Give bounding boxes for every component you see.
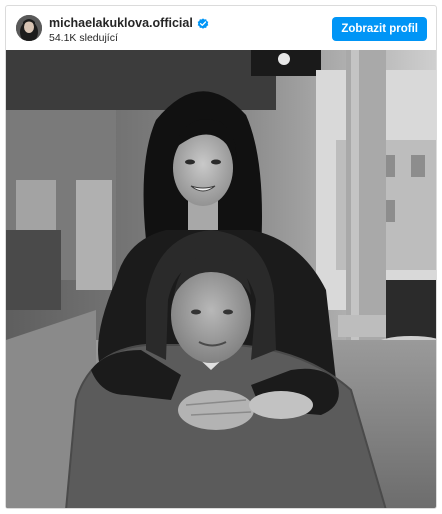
verified-badge-icon xyxy=(197,17,209,29)
user-info: michaelakuklova.official 54.1K sledující xyxy=(49,15,209,44)
username-link[interactable]: michaelakuklova.official xyxy=(49,16,193,30)
followers-count: 54.1K sledující xyxy=(49,32,118,44)
profile-avatar[interactable] xyxy=(16,15,42,41)
post-photo-image xyxy=(6,50,436,508)
avatar-image xyxy=(16,15,42,41)
post-header: michaelakuklova.official 54.1K sledující… xyxy=(6,6,436,50)
instagram-embed-card: michaelakuklova.official 54.1K sledující… xyxy=(5,5,437,509)
post-photo[interactable] xyxy=(6,50,436,508)
view-profile-button[interactable]: Zobrazit profil xyxy=(332,17,427,41)
username-row: michaelakuklova.official xyxy=(49,15,209,30)
